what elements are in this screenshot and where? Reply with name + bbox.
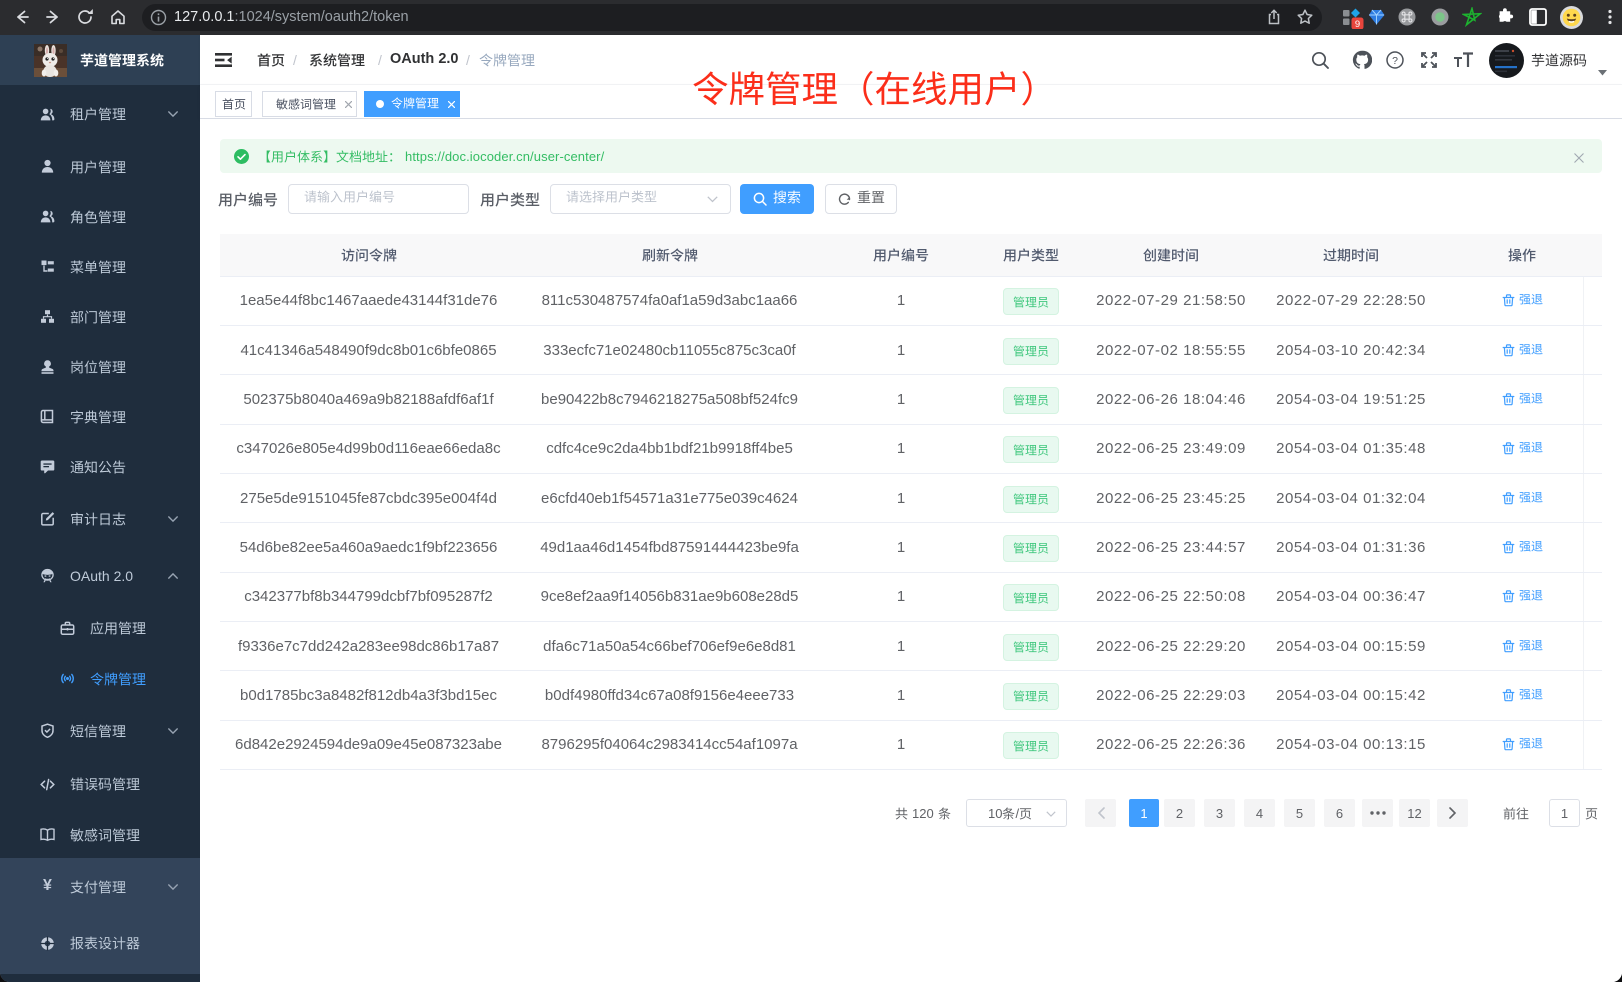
svg-text:?: ? <box>1392 55 1398 67</box>
svg-text:9: 9 <box>1355 19 1360 29</box>
